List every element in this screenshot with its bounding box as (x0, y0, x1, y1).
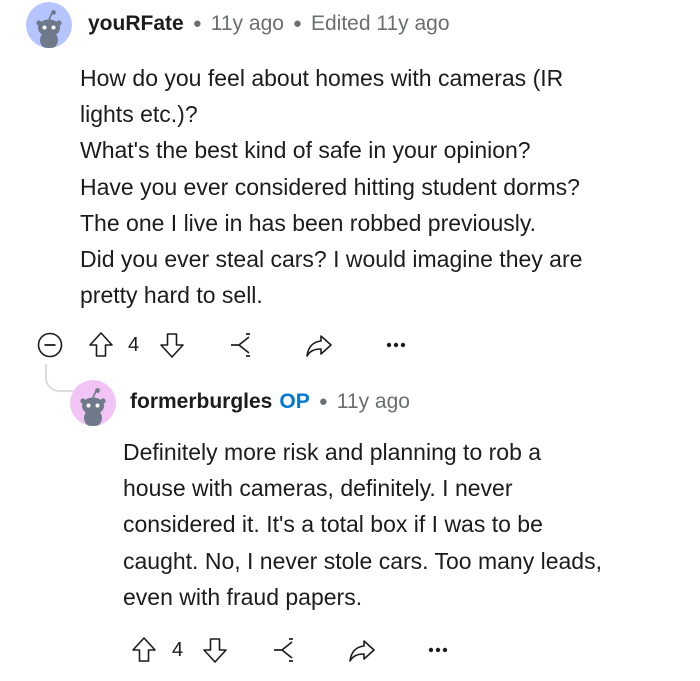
share-icon (306, 335, 332, 357)
comment-actions: 4 (0, 328, 700, 362)
vote-count: 4 (172, 639, 184, 661)
award-icon (231, 333, 250, 357)
username[interactable]: youRFate (88, 12, 184, 36)
share-icon (349, 640, 375, 662)
vote-count: 4 (128, 334, 140, 356)
more-icon (386, 342, 406, 348)
snoo-avatar-icon (26, 2, 72, 48)
upvote-button[interactable] (86, 330, 116, 360)
more-options-button[interactable] (382, 332, 410, 358)
downvote-button[interactable] (157, 330, 187, 360)
timestamp: 11y ago (210, 12, 284, 35)
share-button[interactable] (347, 635, 377, 665)
collapse-button[interactable] (36, 331, 64, 359)
comment-header: formerburgles OP ● 11y ago (130, 390, 410, 414)
comment-header: youRFate ● 11y ago ● Edited 11y ago (88, 12, 450, 36)
upvote-icon (132, 637, 156, 662)
thread-connector-line (45, 364, 73, 392)
avatar[interactable] (26, 2, 72, 48)
more-options-button[interactable] (424, 637, 452, 663)
downvote-icon (203, 638, 227, 663)
op-badge: OP (279, 390, 310, 413)
comment-actions: 4 (0, 633, 700, 667)
share-button[interactable] (304, 330, 334, 360)
separator-dot: ● (318, 392, 328, 410)
more-icon (428, 647, 448, 653)
username[interactable]: formerburgles (130, 390, 272, 414)
downvote-button[interactable] (200, 635, 230, 665)
award-icon (274, 638, 293, 662)
award-button[interactable] (269, 635, 299, 665)
collapse-icon (37, 332, 63, 358)
upvote-button[interactable] (129, 635, 159, 665)
edited-label: Edited 11y ago (310, 12, 450, 35)
downvote-icon (160, 333, 184, 358)
timestamp: 11y ago (336, 390, 410, 413)
separator-dot: ● (192, 14, 202, 32)
avatar[interactable] (70, 380, 116, 426)
separator-dot: ● (292, 14, 302, 32)
award-button[interactable] (226, 330, 256, 360)
comment-body: How do you feel about homes with cameras… (80, 65, 583, 309)
snoo-avatar-icon (70, 380, 116, 426)
comment-body: Definitely more risk and planning to rob… (123, 439, 602, 610)
upvote-icon (89, 332, 113, 357)
